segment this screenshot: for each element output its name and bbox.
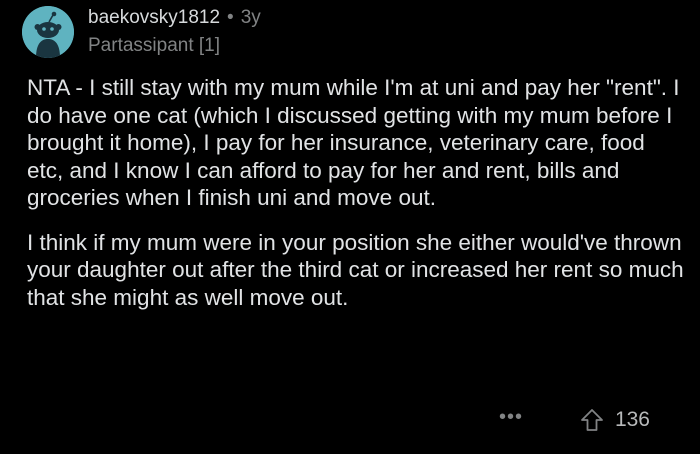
comment-paragraph: I think if my mum were in your position … xyxy=(27,229,684,310)
upvote-arrow-icon[interactable] xyxy=(579,407,605,433)
user-flair: Partassipant [1] xyxy=(88,35,221,56)
username[interactable]: baekovsky1812 xyxy=(88,6,220,30)
upvote-count: 136 xyxy=(614,408,650,431)
meta-row: baekovsky1812 • 3y xyxy=(88,6,261,30)
reddit-snoo-avatar-icon xyxy=(22,6,74,58)
comment-actions: ••• 136 xyxy=(499,404,650,436)
comment-body: NTA - I still stay with my mum while I'm… xyxy=(27,74,687,328)
comment: baekovsky1812 • 3y Partassipant [1] NTA … xyxy=(0,0,700,454)
comment-header: baekovsky1812 • 3y Partassipant [1] xyxy=(22,4,261,60)
more-options-icon[interactable]: ••• xyxy=(499,407,523,427)
comment-meta: baekovsky1812 • 3y Partassipant [1] xyxy=(88,6,261,58)
meta-separator: • xyxy=(227,7,234,28)
avatar[interactable] xyxy=(22,6,74,58)
comment-age: 3y xyxy=(240,7,261,28)
upvote-button[interactable]: 136 xyxy=(579,407,650,433)
comment-paragraph: NTA - I still stay with my mum while I'm… xyxy=(27,75,680,210)
